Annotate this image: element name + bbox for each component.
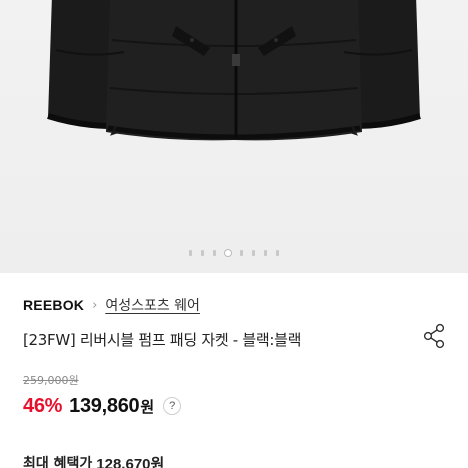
carousel-indicator[interactable]: [0, 250, 468, 256]
price-row: 46% 139,860 원 ?: [23, 393, 182, 419]
carousel-dot[interactable]: [252, 250, 255, 256]
share-button[interactable]: [421, 322, 447, 350]
share-icon: [423, 323, 445, 349]
chevron-right-icon: ›: [92, 297, 98, 313]
sale-price: 139,860: [69, 394, 140, 417]
max-benefit-label: 최대 혜택가: [23, 456, 93, 468]
help-icon[interactable]: ?: [163, 397, 182, 415]
category-link[interactable]: 여성스포츠 웨어: [105, 295, 200, 315]
brand-link[interactable]: REEBOK: [23, 297, 84, 313]
product-image[interactable]: [0, 0, 468, 273]
breadcrumb: REEBOK › 여성스포츠 웨어: [23, 295, 200, 315]
max-benefit-value: 128,670원: [96, 455, 165, 468]
carousel-dot[interactable]: [201, 250, 204, 256]
original-price: 259,000원: [23, 374, 79, 387]
carousel-dot[interactable]: [240, 250, 243, 256]
carousel-dot[interactable]: [189, 250, 192, 256]
product-title: [23FW] 리버시블 펌프 패딩 자켓 - 블랙:블랙: [23, 331, 302, 349]
carousel-dot[interactable]: [264, 250, 267, 256]
discount-rate: 46%: [23, 394, 63, 417]
carousel-dot-active[interactable]: [225, 250, 231, 256]
carousel-dot[interactable]: [213, 250, 216, 256]
carousel-dot[interactable]: [276, 250, 279, 256]
jacket-image: [47, 0, 421, 141]
max-benefit-price[interactable]: 최대 혜택가 128,670원: [23, 453, 164, 468]
currency-unit: 원: [140, 397, 155, 416]
